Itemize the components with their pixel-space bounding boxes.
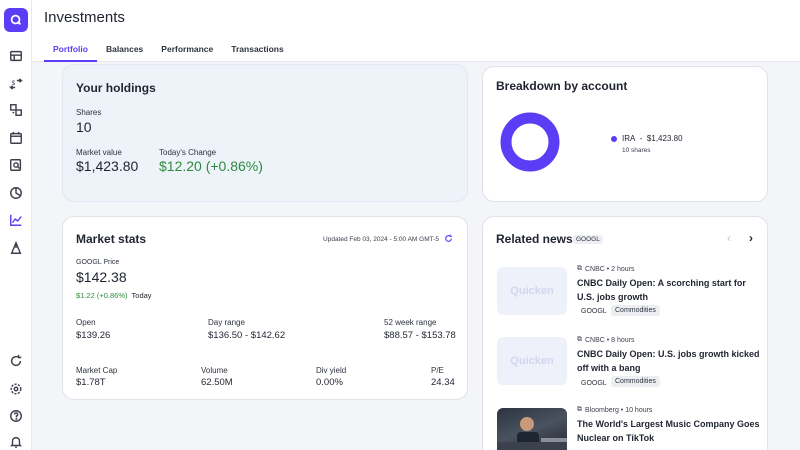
news-thumb-logo: Quicken [510, 285, 554, 297]
holdings-title: Your holdings [76, 81, 156, 95]
news-thumb-logo: Quicken [510, 355, 554, 367]
breakdown-card: Breakdown by account IRA - $1,423.80 10 … [482, 66, 768, 202]
ira-legend-dot [611, 136, 617, 142]
categories-icon[interactable] [8, 102, 24, 118]
svg-text:$: $ [12, 80, 16, 87]
news-headline[interactable]: CNBC Daily Open: A scorching start for U… [577, 276, 763, 304]
news-prev-arrow[interactable]: ‹ [727, 231, 731, 245]
help-icon[interactable] [8, 408, 24, 424]
todays-change-value: $12.20 (+0.86%) [159, 158, 263, 174]
volume-label: Volume [201, 366, 228, 375]
news-source-text: Bloomberg • 10 hours [585, 406, 653, 414]
market-value: $1,423.80 [76, 158, 139, 174]
tab-balances[interactable]: Balances [97, 36, 152, 62]
legend-separator: - [639, 134, 643, 143]
investments-chart-icon[interactable] [8, 212, 24, 228]
header: Investments Portfolio Balances Performan… [32, 0, 800, 62]
day-range-value: $136.50 - $142.62 [208, 330, 286, 341]
ira-legend-label: IRA - $1,423.80 [622, 134, 683, 143]
transfer-icon[interactable]: $ [8, 76, 24, 92]
account-name: IRA [622, 134, 636, 143]
news-topic-tag[interactable]: Commodities [611, 305, 660, 316]
news-source: ⧉ CNBC • 2 hours [577, 265, 635, 273]
settings-icon[interactable] [8, 381, 24, 397]
breakdown-title: Breakdown by account [496, 79, 628, 93]
external-link-icon: ⧉ [577, 265, 582, 272]
related-news-card: Related news GOOGL ‹ › Quicken ⧉ CNBC • 2… [482, 216, 768, 450]
updated-timestamp: Updated Feb 03, 2024 - 5:00 AM GMT-5 [323, 235, 439, 243]
notifications-icon[interactable] [8, 434, 24, 450]
quicken-logo[interactable] [4, 8, 28, 32]
news-ticker-chip[interactable]: GOOGL [573, 235, 603, 244]
market-cap-label: Market Cap [76, 366, 118, 375]
tab-portfolio[interactable]: Portfolio [44, 36, 97, 62]
news-photo-thumbnail[interactable] [497, 408, 567, 450]
market-value-label: Market value [76, 148, 122, 157]
price-change: $1.22 (+0.86%) [76, 291, 128, 300]
week52-value: $88.57 - $153.78 [384, 330, 456, 341]
price-change-row: $1.22 (+0.86%) Today [76, 291, 152, 300]
external-link-icon: ⧉ [577, 336, 582, 343]
shares-label: Shares [76, 108, 102, 117]
news-thumbnail[interactable]: Quicken [497, 337, 567, 385]
pe-value: 24.34 [431, 377, 455, 388]
market-cap-value: $1.78T [76, 377, 106, 388]
budget-pie-icon[interactable] [8, 185, 24, 201]
news-source-text: CNBC • 8 hours [585, 336, 635, 344]
price-change-period: Today [131, 291, 152, 300]
news-source: ⧉ CNBC • 8 hours [577, 336, 635, 344]
news-headline[interactable]: The World's Largest Music Company Goes N… [577, 417, 763, 445]
tab-performance[interactable]: Performance [152, 36, 222, 62]
account-amount: $1,423.80 [646, 134, 683, 143]
news-next-arrow[interactable]: › [749, 231, 753, 245]
sidebar: $ [0, 0, 32, 450]
div-yield-label: Div yield [316, 366, 347, 375]
tab-transactions[interactable]: Transactions [222, 36, 292, 62]
account-donut-chart [500, 112, 560, 172]
news-topic-tag[interactable]: Commodities [611, 376, 660, 387]
price-value: $142.38 [76, 269, 127, 285]
week52-label: 52 week range [384, 318, 437, 327]
sync-icon[interactable] [8, 353, 24, 369]
news-source-text: CNBC • 2 hours [585, 265, 635, 273]
accounts-icon[interactable] [8, 48, 24, 64]
refresh-icon[interactable] [444, 230, 453, 248]
updated-row: Updated Feb 03, 2024 - 5:00 AM GMT-5 [323, 230, 453, 248]
news-ticker-tag[interactable]: GOOGL [581, 378, 607, 389]
page-title: Investments [44, 9, 125, 26]
shares-value: 10 [76, 119, 92, 135]
logo-icon [10, 14, 21, 25]
news-ticker-tag[interactable]: GOOGL [581, 306, 607, 317]
holdings-card: Your holdings Shares 10 Market value $1,… [62, 64, 468, 202]
related-news-title: Related news [496, 232, 573, 246]
volume-value: 62.50M [201, 377, 233, 388]
reports-icon[interactable] [8, 157, 24, 173]
market-stats-card: Market stats Updated Feb 03, 2024 - 5:00… [62, 216, 468, 400]
day-range-label: Day range [208, 318, 245, 327]
market-stats-title: Market stats [76, 232, 147, 246]
news-headline[interactable]: CNBC Daily Open: U.S. jobs growth kicked… [577, 347, 763, 375]
open-value: $139.26 [76, 330, 111, 341]
todays-change-label: Today's Change [159, 148, 217, 157]
speaker-photo [497, 417, 567, 450]
donut-segment-ira [500, 112, 560, 172]
planning-icon[interactable] [8, 240, 24, 256]
news-source: ⧉ Bloomberg • 10 hours [577, 406, 652, 414]
div-yield-value: 0.00% [316, 377, 343, 388]
open-label: Open [76, 318, 96, 327]
external-link-icon: ⧉ [577, 406, 582, 413]
calendar-icon[interactable] [8, 130, 24, 146]
news-thumbnail[interactable]: Quicken [497, 267, 567, 315]
account-shares: 10 shares [622, 147, 651, 154]
price-label: GOOGL Price [76, 259, 120, 266]
tab-bar: Portfolio Balances Performance Transacti… [44, 36, 293, 62]
pe-label: P/E [431, 366, 444, 375]
